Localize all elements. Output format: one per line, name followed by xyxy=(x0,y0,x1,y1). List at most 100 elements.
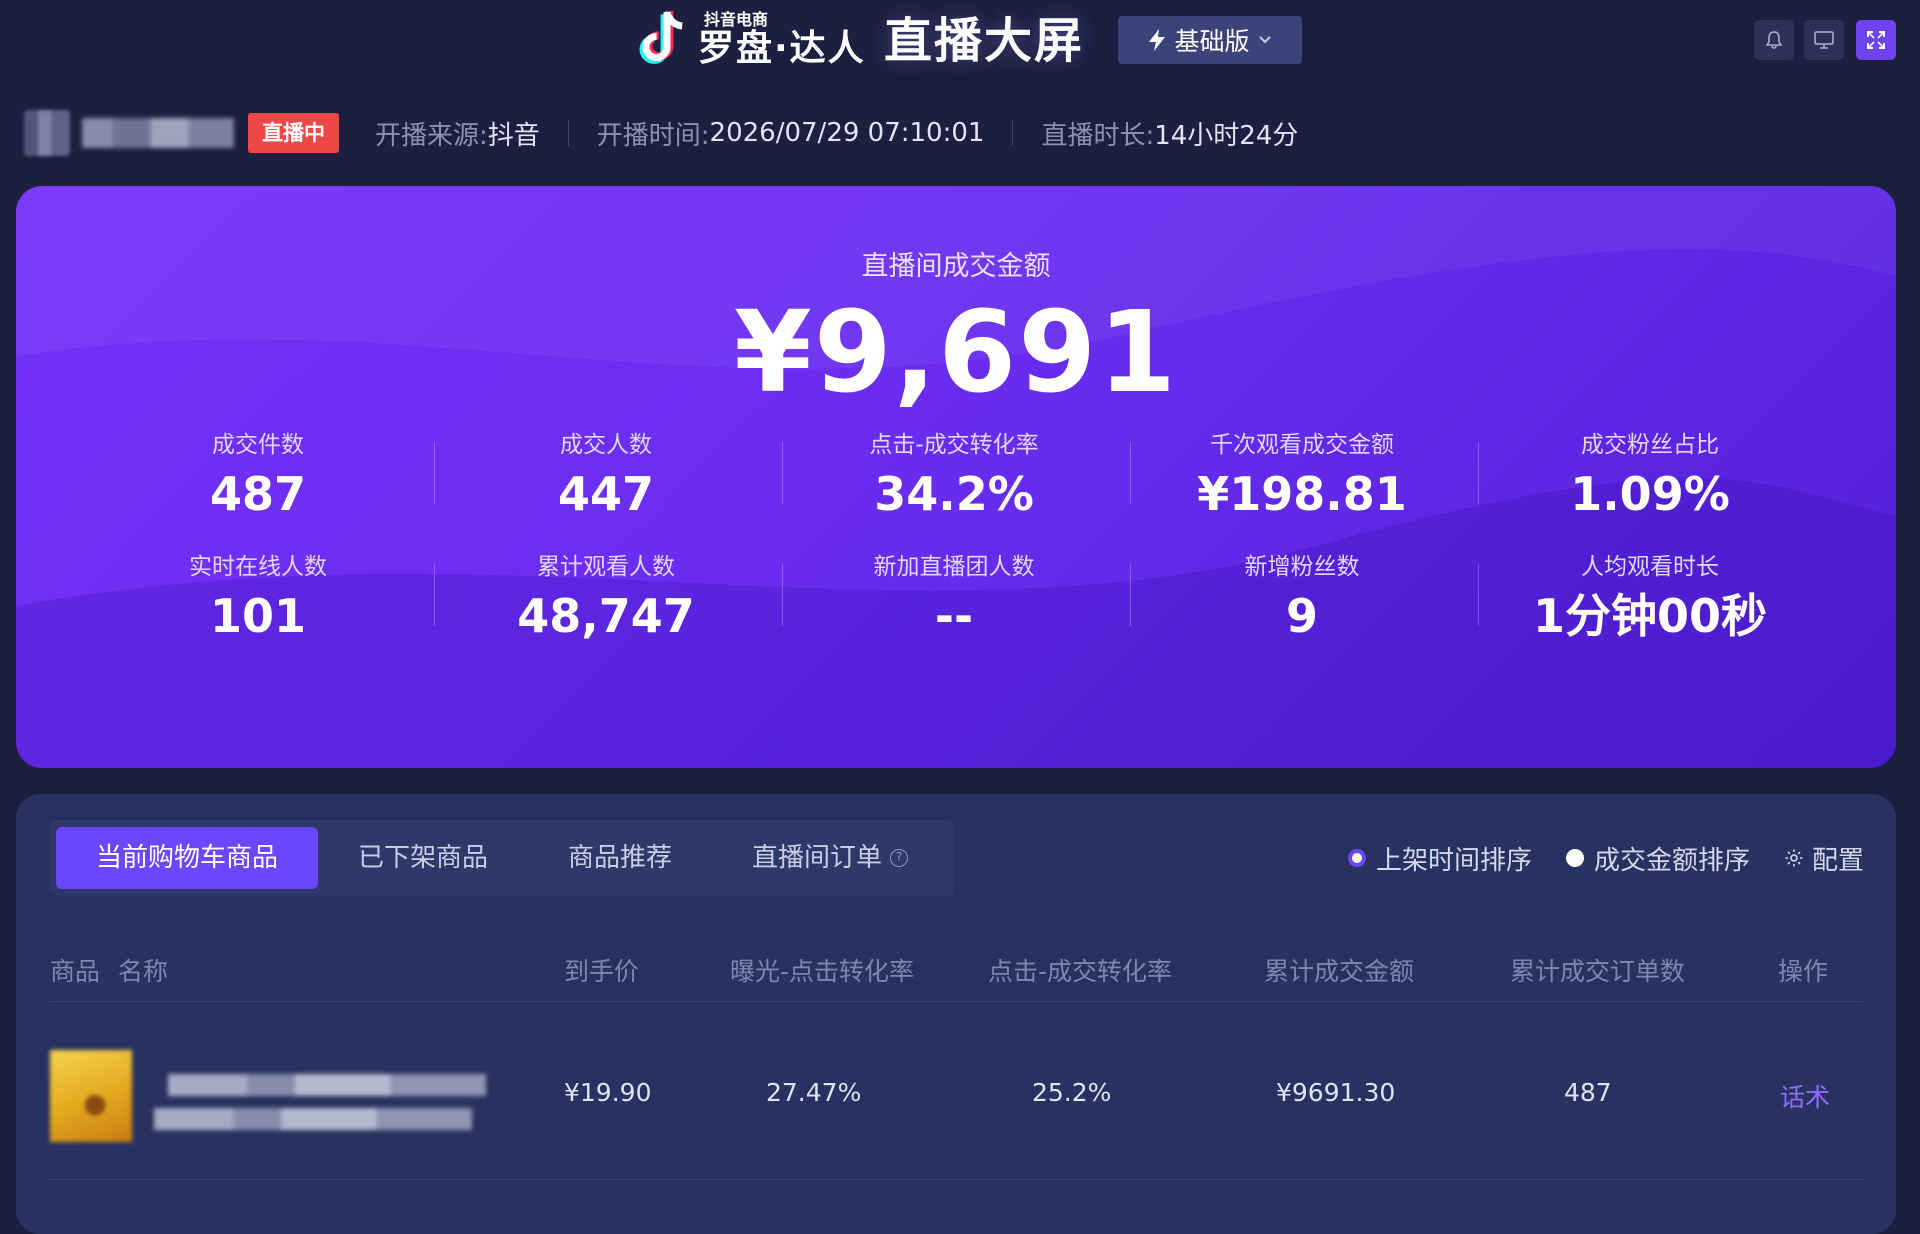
version-label: 基础版 xyxy=(1174,27,1250,56)
tab-removed-products[interactable]: 已下架商品 xyxy=(318,827,528,889)
product-title-redacted xyxy=(154,1108,472,1130)
duration-value: 14小时24分 xyxy=(1154,120,1299,151)
notification-button[interactable] xyxy=(1754,20,1794,60)
brand-subtitle: 抖音电商 xyxy=(704,10,769,29)
radio-selected-icon xyxy=(1347,849,1366,867)
metric-new-followers: 新增粉丝数 9 xyxy=(1128,552,1476,646)
live-info-bar: 直播中 开播来源: 抖音 开播时间: 2026/07/29 07:10:01 直… xyxy=(24,108,1298,158)
metric-label: 成交人数 xyxy=(560,432,652,458)
product-price: ¥19.90 xyxy=(564,1078,652,1107)
brand-name: 罗盘·达人 xyxy=(698,28,866,69)
tab-label: 直播间订单 xyxy=(752,843,883,873)
metric-gpm: 千次观看成交金额 ¥198.81 xyxy=(1128,430,1476,524)
metric-items-sold: 成交件数 487 xyxy=(84,430,432,524)
live-source-value: 抖音 xyxy=(487,120,540,151)
sort-by-gmv[interactable]: 成交金额排序 xyxy=(1565,840,1750,877)
brand-logo: 抖音电商 罗盘·达人 xyxy=(632,6,866,74)
col-total-orders: 累计成交订单数 xyxy=(1510,957,1686,986)
metric-value: ¥198.81 xyxy=(1197,467,1407,521)
start-time-value: 2026/07/29 07:10:01 xyxy=(709,118,985,148)
config-button[interactable]: 配置 xyxy=(1784,840,1864,877)
metric-total-viewers: 累计观看人数 48,747 xyxy=(432,552,780,646)
version-dropdown[interactable]: 基础版 xyxy=(1118,16,1302,64)
anchor-avatar xyxy=(24,110,70,156)
display-mode-button[interactable] xyxy=(1804,20,1844,60)
table-row: ¥19.90 27.47% 25.2% ¥9691.30 487 话术 xyxy=(50,1004,1862,1180)
sort-label: 上架时间排序 xyxy=(1375,845,1532,876)
gmv-label: 直播间成交金额 xyxy=(861,251,1051,282)
tab-current-cart[interactable]: 当前购物车商品 xyxy=(56,827,319,889)
metric-avg-watch-time: 人均观看时长 1分钟00秒 xyxy=(1476,552,1824,646)
metric-buyers: 成交人数 447 xyxy=(432,430,780,524)
live-source-label: 开播来源: xyxy=(375,120,488,151)
start-time-label: 开播时间: xyxy=(596,120,710,151)
tab-live-orders[interactable]: 直播间订单 ? xyxy=(712,827,948,889)
gear-icon xyxy=(1785,849,1803,867)
live-duration: 直播时长: 14小时24分 xyxy=(1041,115,1298,152)
metric-label: 成交粉丝占比 xyxy=(1581,432,1719,458)
metric-value: 487 xyxy=(209,467,307,521)
douyin-logo-icon xyxy=(639,10,683,64)
tab-recommendations[interactable]: 商品推荐 xyxy=(528,827,712,889)
metric-click-deal-rate: 点击-成交转化率 34.2% xyxy=(780,430,1128,524)
metric-new-fan-club: 新加直播团人数 -- xyxy=(780,552,1128,646)
product-tabs: 当前购物车商品 已下架商品 商品推荐 直播间订单 ? xyxy=(50,820,954,896)
radio-unselected-icon xyxy=(1565,849,1584,867)
product-panel: 当前购物车商品 已下架商品 商品推荐 直播间订单 ? 上架时间排序 成交金额排序… xyxy=(16,794,1896,1234)
sort-by-listing-time[interactable]: 上架时间排序 xyxy=(1347,840,1532,877)
fullscreen-button[interactable] xyxy=(1856,20,1896,60)
script-link[interactable]: 话术 xyxy=(1780,1078,1830,1114)
chevron-down-icon xyxy=(1258,36,1271,44)
duration-label: 直播时长: xyxy=(1041,120,1155,151)
col-total-gmv: 累计成交金额 xyxy=(1264,957,1415,986)
product-click-deal-rate: 25.2% xyxy=(1032,1078,1112,1107)
divider xyxy=(1012,120,1014,146)
metric-value: 1分钟00秒 xyxy=(1532,589,1768,643)
table-header: 商品 名称 到手价 曝光-点击转化率 点击-成交转化率 累计成交金额 累计成交订… xyxy=(50,942,1862,1002)
product-total-gmv: ¥9691.30 xyxy=(1276,1078,1396,1107)
live-start-time: 开播时间: 2026/07/29 07:10:01 xyxy=(597,115,985,152)
col-product: 商品 xyxy=(50,957,101,986)
page-title: 直播大屏 xyxy=(884,13,1085,69)
metric-value: 101 xyxy=(209,589,307,643)
bell-icon xyxy=(1765,31,1783,49)
metric-label: 累计观看人数 xyxy=(537,554,675,580)
metric-online-users: 实时在线人数 101 xyxy=(84,552,432,646)
anchor-name-redacted xyxy=(82,118,234,148)
col-name: 名称 xyxy=(118,957,169,986)
metric-label: 实时在线人数 xyxy=(189,554,327,580)
metric-value: 9 xyxy=(1285,589,1318,643)
divider xyxy=(567,120,569,146)
live-source: 开播来源: 抖音 xyxy=(375,115,540,152)
metric-label: 人均观看时长 xyxy=(1581,554,1719,580)
metric-value: 447 xyxy=(557,467,655,521)
product-title-redacted xyxy=(168,1074,486,1096)
product-total-orders: 487 xyxy=(1564,1078,1612,1107)
metric-value: 48,747 xyxy=(517,589,695,643)
sort-options: 上架时间排序 成交金额排序 配置 xyxy=(1347,820,1864,896)
metric-value: 34.2% xyxy=(874,467,1034,521)
monitor-icon xyxy=(1814,31,1834,49)
product-exposure-click-rate: 27.47% xyxy=(766,1078,862,1107)
metric-label: 点击-成交转化率 xyxy=(869,432,1039,458)
help-icon[interactable]: ? xyxy=(890,849,909,867)
col-exposure-click-rate: 曝光-点击转化率 xyxy=(730,957,915,986)
sort-label: 成交金额排序 xyxy=(1593,845,1750,876)
live-status-badge: 直播中 xyxy=(248,113,339,153)
lightning-icon xyxy=(1149,29,1166,51)
top-header: 抖音电商 罗盘·达人 直播大屏 基础版 xyxy=(0,0,1920,80)
col-action: 操作 xyxy=(1778,957,1829,986)
metric-label: 千次观看成交金额 xyxy=(1210,432,1394,458)
fullscreen-icon xyxy=(1867,31,1885,49)
metric-value: -- xyxy=(934,589,974,643)
gmv-value: ¥9,691 xyxy=(733,288,1179,418)
gmv-summary-card: 直播间成交金额 ¥9,691 成交件数 487 成交人数 447 点击-成交转化… xyxy=(16,186,1896,768)
metric-fan-ratio: 成交粉丝占比 1.09% xyxy=(1476,430,1824,524)
metric-label: 新增粉丝数 xyxy=(1244,554,1360,580)
product-thumbnail xyxy=(50,1050,132,1142)
metric-label: 成交件数 xyxy=(212,432,304,458)
col-click-deal-rate: 点击-成交转化率 xyxy=(988,957,1173,986)
config-label: 配置 xyxy=(1811,845,1864,876)
col-price: 到手价 xyxy=(564,957,640,986)
metric-label: 新加直播团人数 xyxy=(873,554,1035,580)
